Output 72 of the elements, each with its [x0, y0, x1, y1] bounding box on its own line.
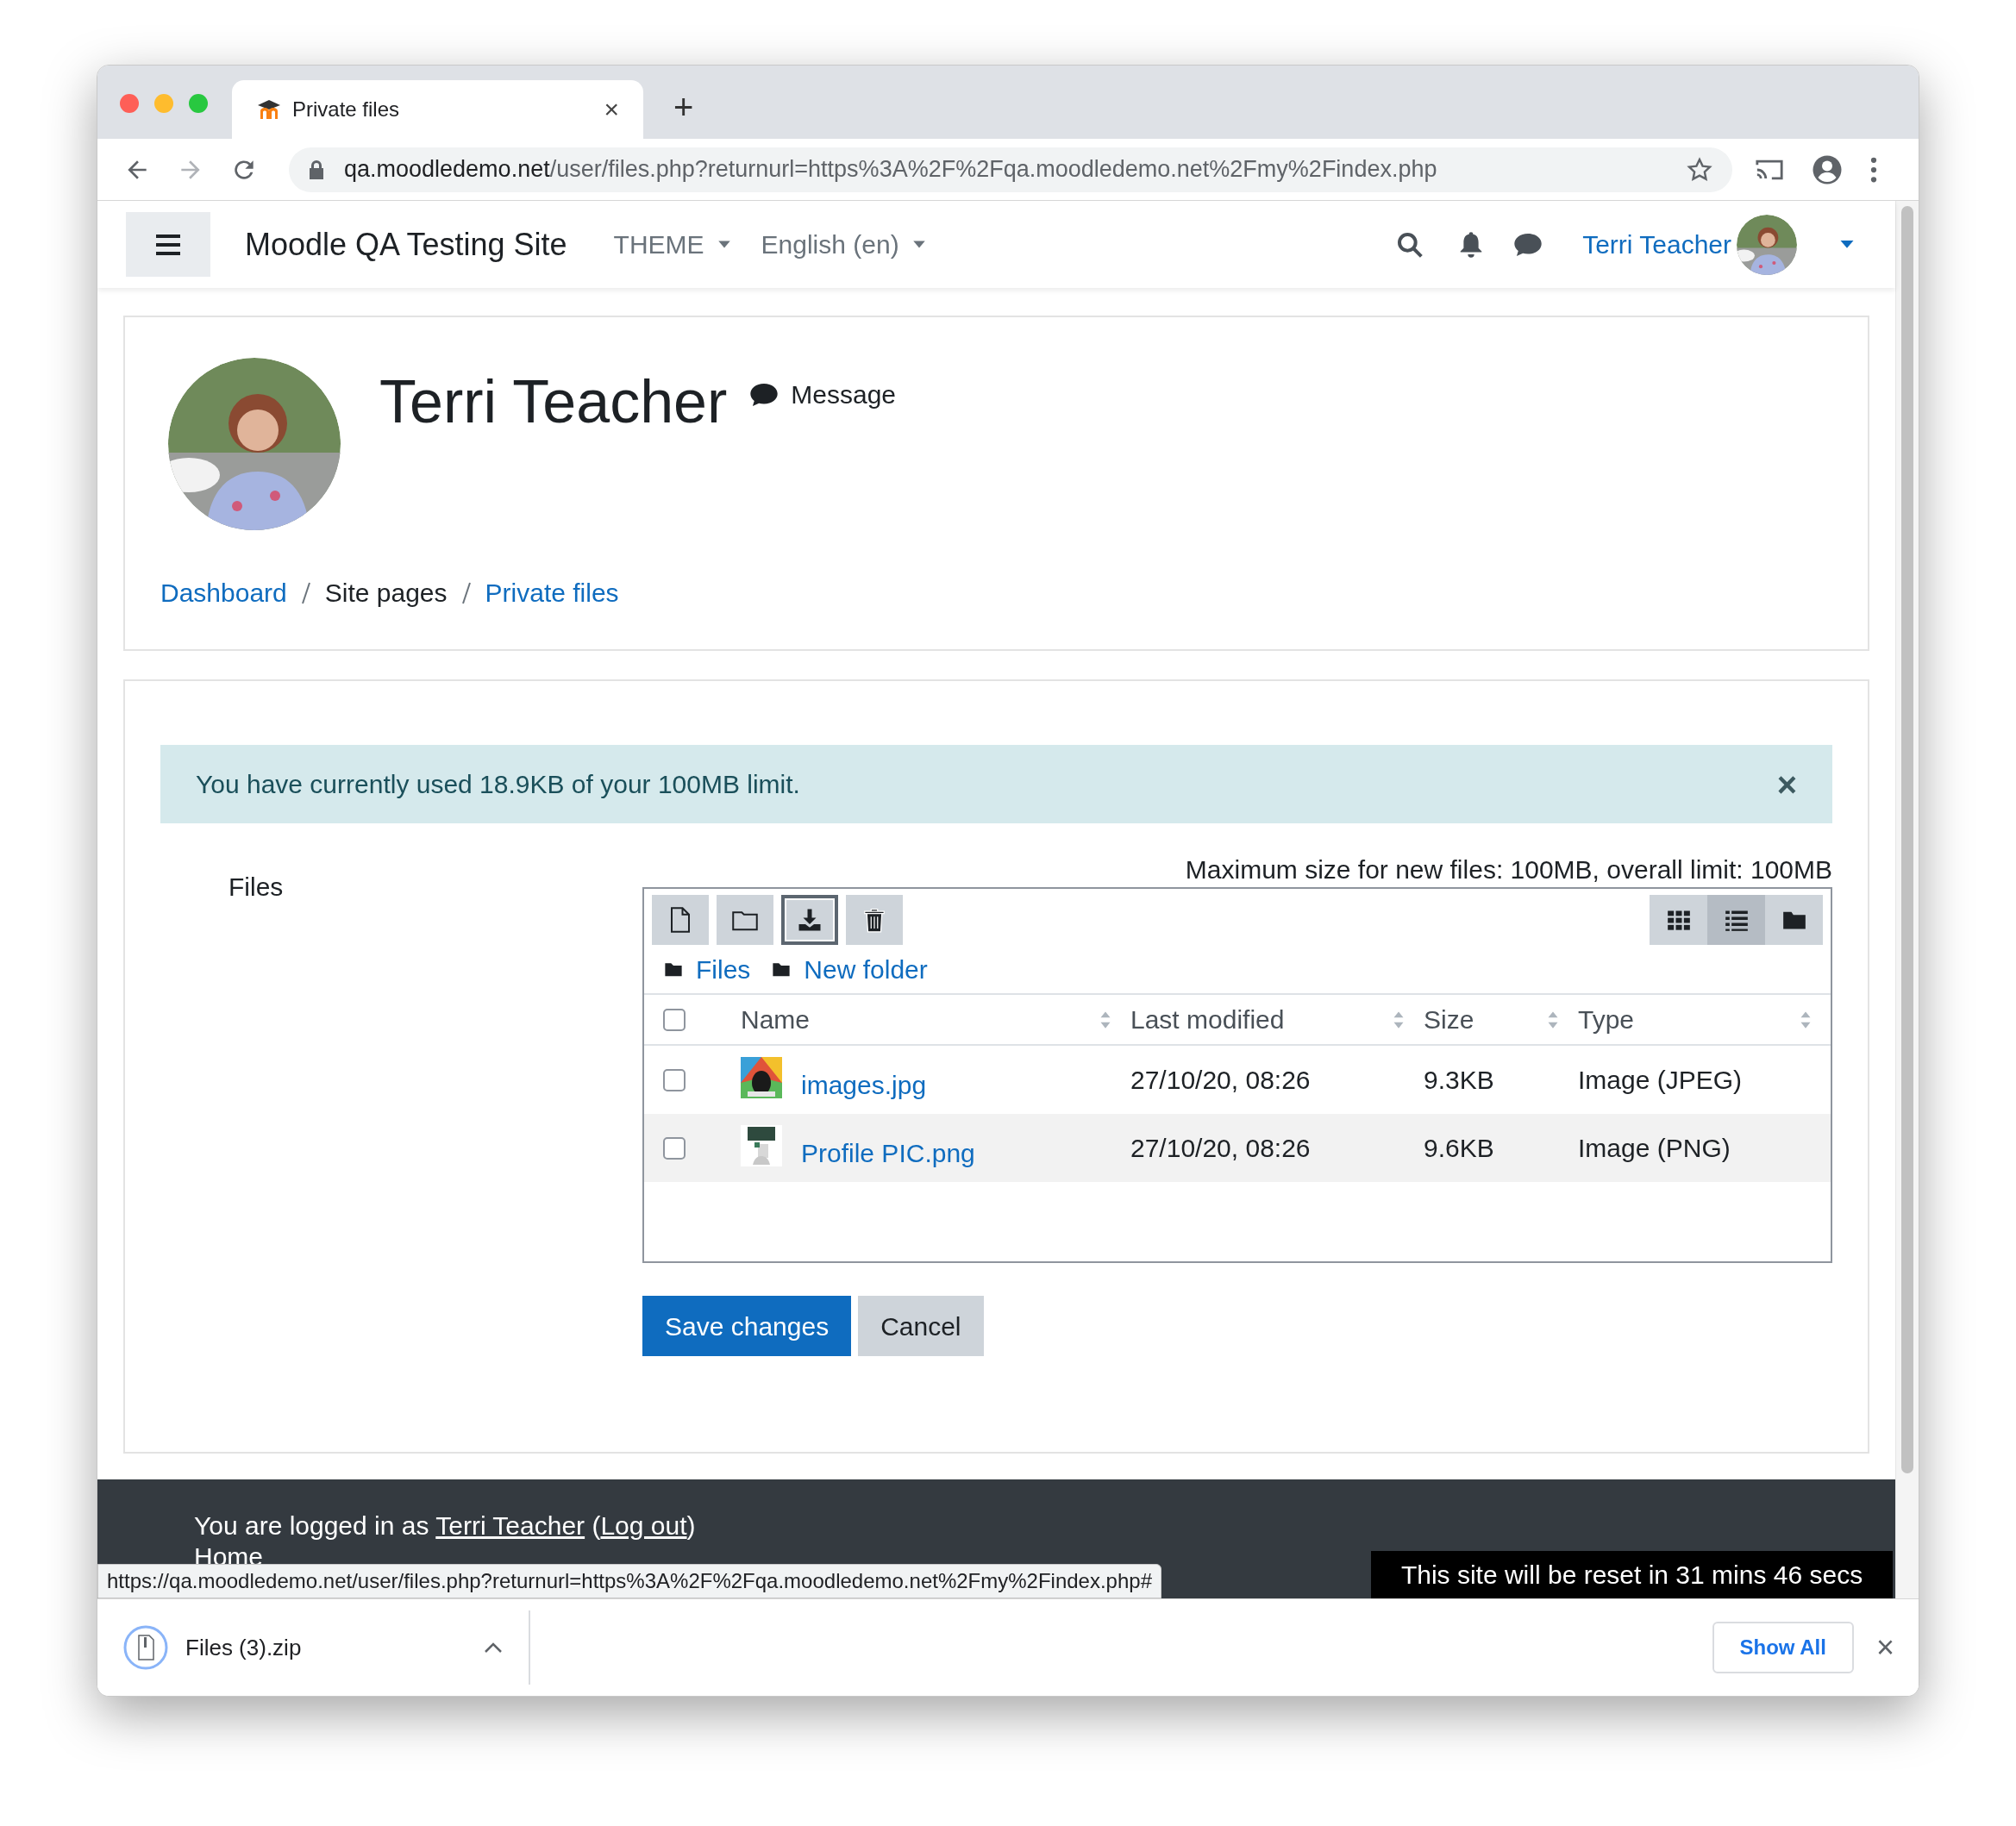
url-text: qa.moodledemo.net/user/files.php?returnurl=https%3A%2F%2Fqa.moodledemo.net%2Fmy%2Findex.php	[344, 155, 1438, 184]
close-button[interactable]: ×	[1776, 766, 1798, 802]
browser-tab[interactable]: Private files ×	[232, 80, 643, 139]
save-button[interactable]: Save changes	[642, 1296, 852, 1356]
bookmark-star-icon[interactable]	[1686, 155, 1713, 184]
address-bar[interactable]: qa.moodledemo.net/user/files.php?returnurl=https%3A%2F%2Fqa.moodledemo.net%2Fmy%2Findex.php	[289, 147, 1732, 192]
more-menu-icon[interactable]	[1870, 156, 1877, 183]
nav-dropdown[interactable]: English (en)	[761, 225, 927, 264]
avatar	[1737, 214, 1798, 275]
checkbox[interactable]	[663, 1068, 686, 1091]
file-size-limit-note: Maximum size for new files: 100MB, overall limit: 100MB	[1185, 854, 1833, 885]
table-cell-text: 9.6KB	[1424, 1133, 1495, 1164]
reset-notice: This site will be reset in 31 mins 46 secs	[1371, 1551, 1894, 1598]
view-mode-button[interactable]	[1765, 895, 1824, 945]
trash-icon	[861, 907, 887, 933]
user-menu-link[interactable]: Terri Teacher	[1582, 225, 1732, 264]
download-file-name[interactable]: Files (3).zip	[185, 1630, 484, 1665]
tab-title: Private files	[292, 97, 401, 122]
breadcrumb-text: Site pages	[324, 578, 448, 609]
menu-button[interactable]	[126, 212, 210, 277]
profile-name: Terri Teacher	[379, 367, 728, 437]
column-header[interactable]: Size	[1424, 1000, 1474, 1039]
nav-dropdown[interactable]: THEME	[613, 225, 732, 264]
table-cell-text: Image (JPEG)	[1578, 1065, 1744, 1096]
footer-link[interactable]: Terri Teacher	[435, 1511, 585, 1540]
table-cell-text: Image (PNG)	[1578, 1133, 1731, 1164]
new-tab-button[interactable]: +	[673, 90, 694, 124]
message-link[interactable]: Message	[749, 375, 897, 414]
close-button[interactable]: ×	[1875, 1632, 1894, 1663]
file-name-link[interactable]: Profile PIC.png	[801, 1134, 975, 1173]
breadcrumb-link[interactable]: Private files	[485, 573, 619, 612]
toolbar-button[interactable]	[652, 895, 709, 945]
menu-icon	[156, 234, 180, 255]
toolbar-button[interactable]	[846, 895, 903, 945]
view-mode-button[interactable]	[1707, 895, 1766, 945]
breadcrumb-separator-icon	[300, 580, 311, 605]
account-icon[interactable]	[1812, 153, 1843, 185]
table-cell-text: 9.3KB	[1424, 1065, 1495, 1096]
column-header[interactable]: Type	[1578, 1000, 1635, 1039]
download-icon	[797, 907, 823, 933]
breadcrumb-link[interactable]: Dashboard	[160, 573, 287, 612]
cancel-button[interactable]: Cancel	[858, 1296, 984, 1356]
toolbar-button[interactable]	[717, 895, 773, 945]
checkbox[interactable]	[663, 1136, 686, 1160]
alert-text: You have currently used 18.9KB of your 100MB limit.	[196, 769, 801, 800]
column-header[interactable]: Name	[741, 1000, 811, 1039]
toolbar-button[interactable]	[781, 895, 838, 945]
zip-file-icon	[123, 1625, 168, 1670]
path-link[interactable]: New folder	[804, 949, 928, 989]
view-mode-button[interactable]	[1650, 895, 1708, 945]
field-label: Files	[229, 872, 285, 903]
path-link[interactable]: Files	[696, 949, 751, 989]
footer-link[interactable]: Log out	[600, 1511, 687, 1540]
status-url-tooltip: https://qa.moodledemo.net/user/files.php?returnurl=https%3A%2F%2Fqa.moodledemo.net%2Fmy%2Findex.php#	[97, 1564, 1161, 1598]
scrollbar[interactable]	[1895, 201, 1919, 1598]
search-icon[interactable]	[1396, 230, 1424, 259]
login-info-text: You are logged in as Terri Teacher (Log out)	[194, 1510, 697, 1541]
favicon-icon	[256, 98, 282, 121]
chat-icon	[749, 381, 779, 408]
tab-close-button[interactable]: ×	[604, 97, 619, 122]
table-cell-text: 27/10/20, 08:26	[1130, 1065, 1312, 1096]
lock-icon	[308, 159, 325, 180]
checkbox[interactable]	[663, 1008, 686, 1031]
site-name[interactable]: Moodle QA Testing Site	[245, 221, 567, 268]
show-all-button[interactable]: Show All	[1712, 1622, 1854, 1673]
chat-icon[interactable]	[1513, 231, 1543, 258]
chevron-up-icon[interactable]	[484, 1642, 503, 1654]
table-row[interactable]: Profile PIC.png 27/10/20, 08:26 9.6KB Image (PNG)	[644, 1114, 1831, 1182]
table-cell-text: 27/10/20, 08:26	[1130, 1133, 1312, 1164]
column-header[interactable]: Last modified	[1130, 1000, 1285, 1039]
breadcrumb-separator-icon	[460, 580, 472, 605]
file-name-link[interactable]: images.jpg	[801, 1066, 927, 1104]
